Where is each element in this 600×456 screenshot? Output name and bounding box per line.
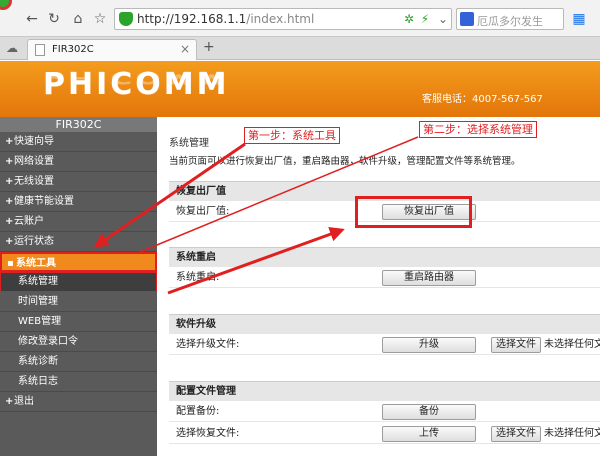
page-title: 系统管理 <box>169 138 209 149</box>
sidebar-subitem-diagnostics[interactable]: 系统诊断 <box>0 352 157 372</box>
sidebar-item-health[interactable]: +健康节能设置 <box>0 192 157 212</box>
browser-logo-icon <box>0 0 12 10</box>
tab-fir302c[interactable]: FIR302C × <box>27 39 197 60</box>
browser-toolbar: ← ↻ ⌂ ☆ http://192.168.1.1/index.html ✲ … <box>0 0 600 37</box>
sidebar-subitem-log[interactable]: 系统日志 <box>0 372 157 392</box>
bookmark-star-icon[interactable]: ☆ <box>90 9 110 29</box>
main-panel: 系统管理 当前页面可以进行恢复出厂值，重启路由器，软件升级，管理配置文件等系统管… <box>157 117 600 456</box>
reload-icon[interactable]: ↻ <box>44 9 64 29</box>
section-upgrade-heading: 软件升级 <box>169 314 600 334</box>
no-file-text: 未选择任何文件 <box>544 428 600 439</box>
factory-reset-label: 恢复出厂值: <box>176 206 230 217</box>
restore-row: 选择恢复文件: 上传 选择文件 未选择任何文件 <box>169 424 600 444</box>
tab-close-icon[interactable]: × <box>180 42 190 56</box>
tab-strip: ☁ FIR302C × + <box>0 37 600 60</box>
section-config-heading: 配置文件管理 <box>169 381 600 401</box>
tab-label: FIR302C <box>52 44 94 55</box>
upload-button[interactable]: 上传 <box>382 426 476 442</box>
sidebar-item-cloud[interactable]: +云账户 <box>0 212 157 232</box>
lightning-icon[interactable]: ⚡ <box>417 11 433 27</box>
sidebar-item-wireless[interactable]: +无线设置 <box>0 172 157 192</box>
no-file-text: 未选择任何文件 <box>544 339 600 350</box>
sidebar-item-label: 快速向导 <box>14 136 54 147</box>
sidebar-item-label: 健康节能设置 <box>14 196 74 207</box>
backup-row: 配置备份: 备份 <box>169 402 600 422</box>
section-reboot-heading: 系统重启 <box>169 247 600 267</box>
sidebar-subitem-system-management[interactable]: 系统管理 <box>0 272 157 292</box>
dropdown-chevron-icon[interactable]: ⌄ <box>435 11 451 27</box>
apps-grid-icon[interactable]: ▦ <box>569 9 589 29</box>
backup-label: 配置备份: <box>176 406 220 417</box>
sidebar-item-exit[interactable]: +退出 <box>0 392 157 412</box>
restore-label: 选择恢复文件: <box>176 428 240 439</box>
model-name: FIR302C <box>0 117 157 132</box>
sidebar-item-label: 退出 <box>14 396 34 407</box>
hotline-text: 客服电话：4007-567-567 <box>422 94 543 105</box>
url-path: /index.html <box>246 12 315 26</box>
sidebar-subitem-time[interactable]: 时间管理 <box>0 292 157 312</box>
step2-callout: 第二步：选择系统管理 <box>419 121 537 138</box>
reboot-label: 系统重启: <box>176 272 220 283</box>
sidebar: FIR302C +快速向导 +网络设置 +无线设置 +健康节能设置 +云账户 +… <box>0 117 157 456</box>
sidebar-item-network[interactable]: +网络设置 <box>0 152 157 172</box>
sidebar-item-label: 系统工具 <box>16 258 56 269</box>
sidebar-item-label: 无线设置 <box>14 176 54 187</box>
sidebar-item-label: 运行状态 <box>14 236 54 247</box>
highlight-factory-reset-box <box>355 196 472 228</box>
sidebar-item-status[interactable]: +运行状态 <box>0 232 157 252</box>
refresh-page-icon[interactable]: ✲ <box>401 11 417 27</box>
choose-restore-file-button[interactable]: 选择文件 <box>491 426 541 442</box>
back-icon[interactable]: ← <box>22 9 42 29</box>
cloud-icon[interactable]: ☁ <box>6 41 18 55</box>
brand-logo-reflection: PHICOMM <box>43 67 230 87</box>
choose-upgrade-file-button[interactable]: 选择文件 <box>491 337 541 353</box>
new-tab-icon[interactable]: + <box>203 39 215 55</box>
upgrade-label: 选择升级文件: <box>176 339 240 350</box>
sidebar-subitem-web[interactable]: WEB管理 <box>0 312 157 332</box>
step1-callout: 第一步：系统工具 <box>244 127 340 144</box>
sidebar-item-label: 云账户 <box>14 216 44 227</box>
sidebar-item-label: 网络设置 <box>14 156 54 167</box>
sidebar-item-system-tools[interactable]: ▪ 系统工具 <box>0 252 157 272</box>
url-host: http://192.168.1.1 <box>137 12 247 26</box>
search-input[interactable]: 厄瓜多尔发生 <box>477 13 543 29</box>
reboot-button[interactable]: 重启路由器 <box>382 270 476 286</box>
backup-button[interactable]: 备份 <box>382 404 476 420</box>
sidebar-item-quick-guide[interactable]: +快速向导 <box>0 132 157 152</box>
home-icon[interactable]: ⌂ <box>68 9 88 29</box>
search-engine-icon <box>460 12 474 26</box>
search-box[interactable]: 厄瓜多尔发生 <box>456 8 564 30</box>
url-text: http://192.168.1.1/index.html <box>137 12 314 27</box>
sidebar-subitem-password[interactable]: 修改登录口令 <box>0 332 157 352</box>
reboot-row: 系统重启: 重启路由器 <box>169 268 600 288</box>
router-header: PHICOMM PHICOMM 客服电话：4007-567-567 <box>0 61 600 117</box>
address-bar[interactable]: http://192.168.1.1/index.html ✲ ⚡ ⌄ <box>114 8 452 30</box>
security-shield-icon <box>119 12 133 26</box>
page-icon <box>35 44 45 56</box>
upgrade-row: 选择升级文件: 升级 选择文件 未选择任何文件 <box>169 335 600 355</box>
page-description: 当前页面可以进行恢复出厂值，重启路由器，软件升级，管理配置文件等系统管理。 <box>169 156 521 167</box>
upgrade-button[interactable]: 升级 <box>382 337 476 353</box>
